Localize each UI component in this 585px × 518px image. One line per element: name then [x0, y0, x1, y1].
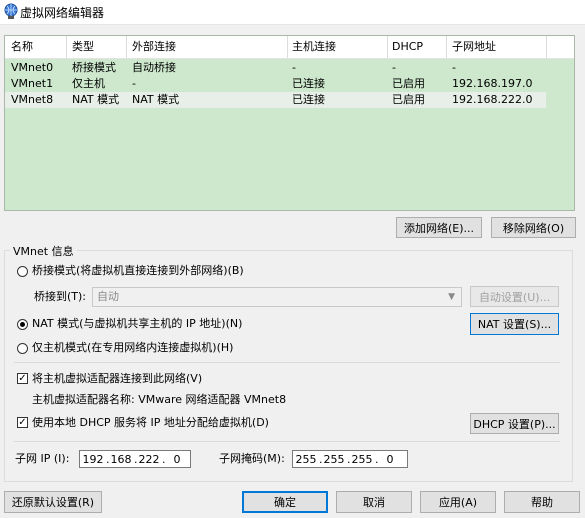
cell-subnet: 192.168.222.0 — [452, 93, 533, 106]
add-network-button[interactable]: 添加网络(E)... — [396, 217, 482, 238]
mask-octet[interactable]: 255 — [351, 453, 373, 467]
cell-dhcp: 已启用 — [392, 77, 425, 90]
cell-dhcp: - — [392, 61, 396, 74]
help-button[interactable]: 帮助 — [504, 491, 580, 513]
cell-host: 已连接 — [292, 77, 325, 90]
table-row[interactable]: VMnet1 仅主机 - 已连接 已启用 192.168.197.0 — [5, 76, 546, 92]
mask-dot: . — [319, 453, 323, 466]
bridged-to-label: 桥接到(T): — [34, 290, 87, 303]
ip-octet[interactable]: 0 — [166, 453, 188, 467]
bridged-to-value: 自动 — [97, 290, 119, 303]
subnet-ip-input[interactable]: 192 . 168 . 222 . 0 — [79, 450, 191, 468]
cancel-button[interactable]: 取消 — [336, 491, 412, 513]
connect-adapter-checkbox[interactable]: ✓ — [17, 373, 28, 384]
cell-type: 桥接模式 — [72, 61, 116, 74]
ip-octet[interactable]: 192 — [82, 453, 104, 467]
bridged-to-select[interactable]: 自动 ▼ — [92, 287, 462, 307]
ip-dot: . — [106, 453, 110, 466]
table-row-selected[interactable]: VMnet8 NAT 模式 NAT 模式 已连接 已启用 192.168.222… — [5, 92, 546, 108]
col-header-host[interactable]: 主机连接 — [292, 40, 336, 54]
table-row[interactable]: VMnet0 桥接模式 自动桥接 - - - — [5, 60, 546, 76]
restore-defaults-button[interactable]: 还原默认设置(R) — [4, 491, 102, 513]
title-bar: 虚拟网络编辑器 — [0, 0, 585, 25]
bridged-radio-label[interactable]: 桥接模式(将虚拟机直接连接到外部网络)(B) — [32, 264, 244, 278]
mask-octet[interactable]: 255 — [323, 453, 345, 467]
col-header-dhcp[interactable]: DHCP — [392, 40, 423, 54]
cell-type: 仅主机 — [72, 77, 105, 90]
network-table[interactable]: 名称 类型 外部连接 主机连接 DHCP 子网地址 VMnet0 桥接模式 自动… — [4, 35, 575, 211]
network-globe-icon — [4, 3, 18, 19]
nat-radio-label[interactable]: NAT 模式(与虚拟机共享主机的 IP 地址)(N) — [32, 317, 242, 331]
subnet-ip-label: 子网 IP (I): — [15, 452, 70, 465]
dhcp-settings-button[interactable]: DHCP 设置(P)... — [470, 413, 559, 434]
cell-name: VMnet8 — [11, 93, 54, 106]
ip-octet[interactable]: 222 — [138, 453, 160, 467]
cell-host: 已连接 — [292, 93, 325, 106]
mask-dot: . — [375, 453, 379, 466]
col-header-name[interactable]: 名称 — [11, 40, 33, 54]
subnet-mask-label: 子网掩码(M): — [219, 452, 285, 465]
use-dhcp-label[interactable]: 使用本地 DHCP 服务将 IP 地址分配给虚拟机(D) — [32, 416, 269, 430]
cell-name: VMnet0 — [11, 61, 54, 74]
adapter-name-label: 主机虚拟适配器名称: VMware 网络适配器 VMnet8 — [32, 393, 287, 406]
ip-dot: . — [134, 453, 138, 466]
divider — [14, 441, 560, 442]
ip-octet[interactable]: 168 — [110, 453, 132, 467]
ip-dot: . — [162, 453, 166, 466]
col-header-external[interactable]: 外部连接 — [132, 40, 176, 54]
col-header-type[interactable]: 类型 — [72, 40, 94, 54]
divider — [14, 362, 560, 363]
ok-button[interactable]: 确定 — [242, 491, 328, 513]
nat-radio[interactable] — [17, 319, 28, 330]
hostonly-radio-label[interactable]: 仅主机模式(在专用网络内连接虚拟机)(H) — [32, 341, 233, 355]
nat-settings-button[interactable]: NAT 设置(S)... — [470, 313, 559, 335]
cell-external: NAT 模式 — [132, 93, 180, 106]
cell-subnet: 192.168.197.0 — [452, 77, 533, 90]
cell-name: VMnet1 — [11, 77, 54, 90]
cell-subnet: - — [452, 61, 456, 74]
cell-host: - — [292, 61, 296, 74]
use-dhcp-checkbox[interactable]: ✓ — [17, 417, 28, 428]
col-header-subnet[interactable]: 子网地址 — [452, 40, 496, 54]
connect-adapter-label[interactable]: 将主机虚拟适配器连接到此网络(V) — [32, 372, 202, 386]
apply-button[interactable]: 应用(A) — [420, 491, 496, 513]
window-title: 虚拟网络编辑器 — [20, 6, 105, 20]
vmnet-info-group — [4, 250, 573, 482]
mask-octet[interactable]: 0 — [379, 453, 401, 467]
mask-octet[interactable]: 255 — [295, 453, 317, 467]
bridged-radio[interactable] — [17, 266, 28, 277]
cell-external: 自动桥接 — [132, 61, 176, 74]
auto-settings-button[interactable]: 自动设置(U)... — [470, 286, 559, 307]
cell-type: NAT 模式 — [72, 93, 120, 106]
hostonly-radio[interactable] — [17, 343, 28, 354]
subnet-mask-input[interactable]: 255 . 255 . 255 . 0 — [292, 450, 408, 468]
cell-dhcp: 已启用 — [392, 93, 425, 106]
chevron-down-icon: ▼ — [448, 292, 455, 302]
remove-network-button[interactable]: 移除网络(O) — [491, 217, 576, 238]
cell-external: - — [132, 77, 136, 90]
vmnet-info-label: VMnet 信息 — [10, 243, 77, 259]
mask-dot: . — [347, 453, 351, 466]
